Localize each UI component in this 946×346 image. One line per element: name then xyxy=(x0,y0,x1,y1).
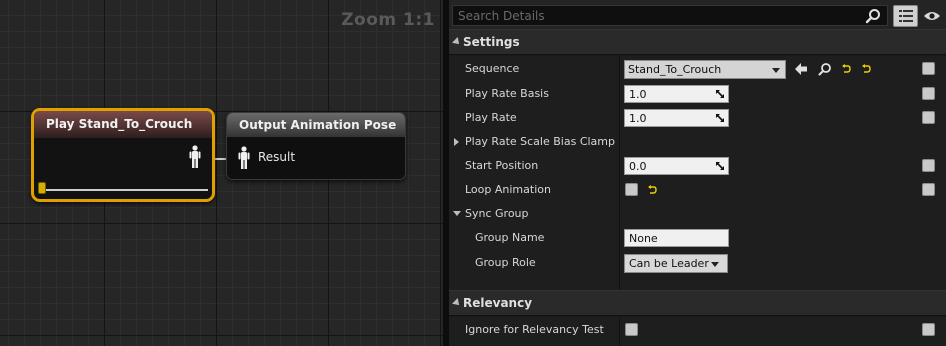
drag-resize-icon xyxy=(716,90,724,98)
property-label: Sequence xyxy=(465,62,520,75)
playback-scrub-handle[interactable] xyxy=(38,182,46,194)
output-node-body: Result xyxy=(227,137,405,179)
relevancy-category-header[interactable]: Relevancy xyxy=(449,290,946,316)
property-label: Group Name xyxy=(475,231,545,244)
reset-to-default-icon[interactable] xyxy=(861,64,871,74)
chevron-down-icon xyxy=(711,262,719,267)
play-rate-basis-value: 1.0 xyxy=(629,88,647,101)
pose-output-pin-icon[interactable] xyxy=(189,145,201,169)
view-options-button[interactable] xyxy=(893,5,918,27)
chevron-down-icon xyxy=(772,68,780,73)
start-position-value: 0.0 xyxy=(629,160,647,173)
property-row-ignore-relevancy: Ignore for Relevancy Test xyxy=(449,318,946,342)
search-icon[interactable] xyxy=(865,8,881,24)
result-pin-label: Result xyxy=(258,150,296,164)
details-search-bar xyxy=(449,0,946,31)
collapse-arrow-icon[interactable] xyxy=(453,211,461,216)
property-row-scale-bias-clamp[interactable]: Play Rate Scale Bias Clamp xyxy=(449,130,946,154)
property-label: Play Rate Scale Bias Clamp xyxy=(465,135,615,148)
settings-category-label: Settings xyxy=(463,35,520,49)
list-view-icon xyxy=(899,10,913,22)
property-row-sync-group[interactable]: Sync Group xyxy=(449,202,946,226)
property-row-loop-animation: Loop Animation xyxy=(449,178,946,202)
search-details-input[interactable] xyxy=(452,5,888,26)
start-position-input[interactable]: 0.0 xyxy=(624,157,729,175)
output-pose-node[interactable]: Output Animation Pose Result xyxy=(226,112,406,180)
output-node-title: Output Animation Pose xyxy=(227,113,405,137)
play-rate-value: 1.0 xyxy=(629,112,647,125)
property-row-group-name: Group Name None xyxy=(449,226,946,250)
playback-progress-bar xyxy=(38,189,208,191)
group-name-input[interactable]: None xyxy=(624,229,729,247)
property-label: Play Rate Basis xyxy=(465,87,549,100)
expand-arrow-icon[interactable] xyxy=(454,138,459,146)
property-label: Play Rate xyxy=(465,111,517,124)
property-label: Loop Animation xyxy=(465,183,551,196)
property-label: Group Role xyxy=(475,256,536,269)
group-role-dropdown[interactable]: Can be Leader xyxy=(624,254,728,273)
property-row-group-role: Group Role Can be Leader xyxy=(449,251,946,275)
expose-as-pin-checkbox[interactable] xyxy=(922,323,935,336)
expose-as-pin-checkbox[interactable] xyxy=(922,183,935,196)
sequence-value: Stand_To_Crouch xyxy=(628,63,722,76)
reset-to-default-icon[interactable] xyxy=(647,185,657,195)
play-rate-basis-input[interactable]: 1.0 xyxy=(624,85,729,103)
expose-as-pin-checkbox[interactable] xyxy=(922,87,935,100)
property-row-sequence: Sequence Stand_To_Crouch xyxy=(449,57,946,81)
ignore-relevancy-checkbox[interactable] xyxy=(625,323,638,336)
expose-as-pin-checkbox[interactable] xyxy=(922,159,935,172)
loop-animation-checkbox[interactable] xyxy=(625,183,638,196)
pose-input-pin-icon[interactable] xyxy=(238,146,250,170)
zoom-label: Zoom 1:1 xyxy=(341,10,435,30)
drag-resize-icon xyxy=(716,114,724,122)
play-node-title: Play Stand_To_Crouch xyxy=(34,111,212,138)
settings-category-header[interactable]: Settings xyxy=(449,29,946,55)
group-role-value: Can be Leader xyxy=(629,257,709,270)
collapse-arrow-icon xyxy=(452,37,462,47)
property-row-play-rate-basis: Play Rate Basis 1.0 xyxy=(449,82,946,106)
property-row-start-position: Start Position 0.0 xyxy=(449,154,946,178)
play-rate-input[interactable]: 1.0 xyxy=(624,109,729,127)
play-node-body xyxy=(34,138,212,196)
anim-graph-canvas[interactable]: Zoom 1:1 Play Stand_To_Crouch Output Ani… xyxy=(0,0,443,346)
group-name-value: None xyxy=(629,232,658,245)
expose-as-pin-checkbox[interactable] xyxy=(922,111,935,124)
browse-asset-search-icon[interactable] xyxy=(818,62,832,76)
property-row-play-rate: Play Rate 1.0 xyxy=(449,106,946,130)
reset-to-default-icon[interactable] xyxy=(841,64,851,74)
eye-icon[interactable] xyxy=(923,10,941,22)
collapse-arrow-icon xyxy=(452,298,462,308)
property-label: Ignore for Relevancy Test xyxy=(465,323,604,336)
property-label: Sync Group xyxy=(465,207,529,220)
details-panel: Settings Sequence Stand_To_Crouch Play R… xyxy=(449,0,946,346)
use-selected-arrow-icon[interactable] xyxy=(794,62,808,76)
expose-as-pin-checkbox[interactable] xyxy=(922,62,935,75)
drag-resize-icon xyxy=(716,162,724,170)
property-label: Start Position xyxy=(465,159,539,172)
relevancy-category-label: Relevancy xyxy=(463,296,533,310)
play-sequence-node[interactable]: Play Stand_To_Crouch xyxy=(31,108,215,202)
sequence-asset-picker[interactable]: Stand_To_Crouch xyxy=(624,60,786,79)
